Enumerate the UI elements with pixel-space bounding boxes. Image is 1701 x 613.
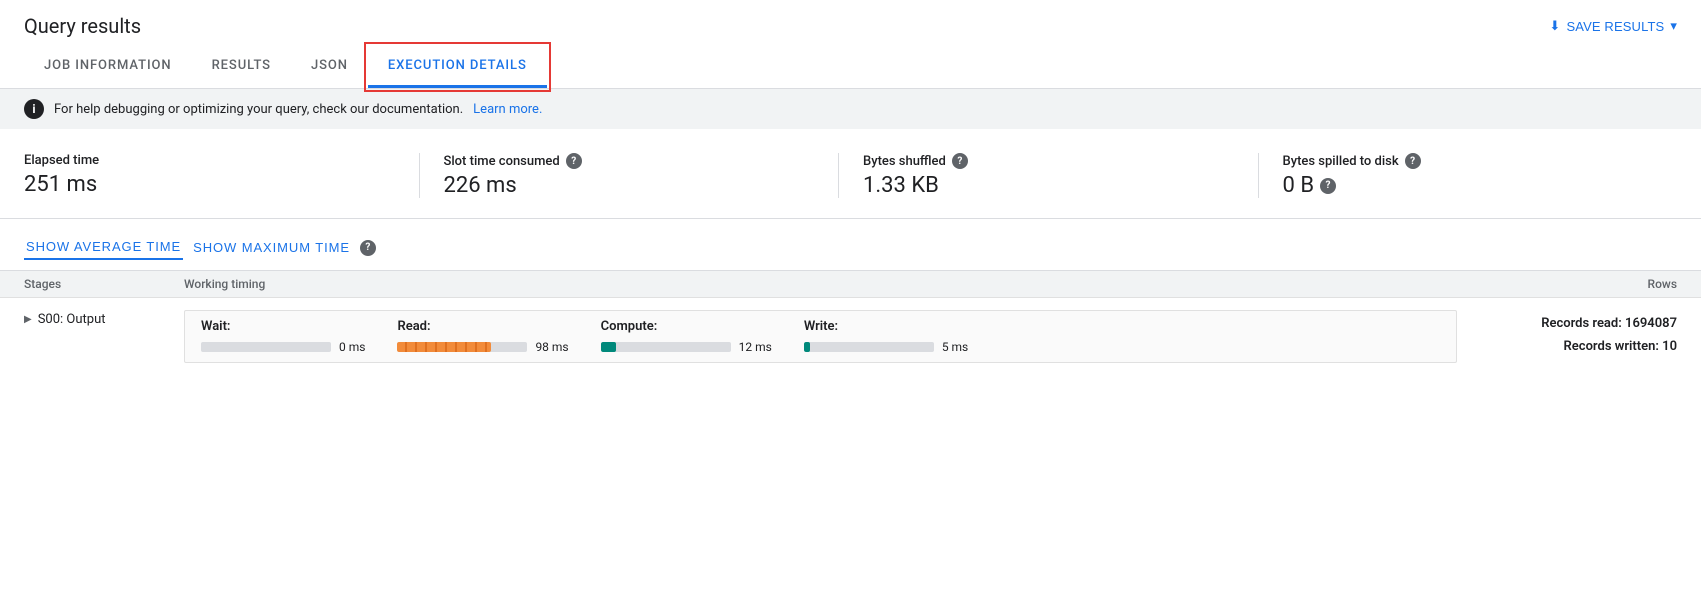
metric-elapsed-value: 251 ms	[24, 172, 395, 197]
metric-elapsed-time: Elapsed time 251 ms	[24, 153, 420, 198]
read-bar-track	[397, 342, 527, 352]
metric-slot-value: 226 ms	[444, 173, 815, 198]
info-icon: i	[24, 99, 44, 119]
stage-name[interactable]: ▶ S00: Output	[24, 310, 184, 327]
metric-bytes-spilled: Bytes spilled to disk ? 0 B ?	[1283, 153, 1678, 198]
bytes-shuffled-help-icon[interactable]: ?	[952, 153, 968, 169]
stage-label: S00: Output	[38, 312, 106, 327]
chevron-right-icon: ▶	[24, 314, 32, 325]
wait-bar-row: 0 ms	[201, 340, 365, 354]
stages-table-header: Stages Working timing Rows	[0, 270, 1701, 297]
tab-execution-details[interactable]: EXECUTION DETAILS	[368, 46, 547, 88]
timing-block-read: Read: 98 ms	[397, 319, 568, 354]
timing-section-inner: Wait: 0 ms Read: 98 ms	[184, 310, 1457, 363]
timing-block-compute: Compute: 12 ms	[601, 319, 772, 354]
col-timing-header: Working timing	[184, 277, 1457, 291]
tab-json[interactable]: JSON	[291, 46, 368, 88]
learn-more-link[interactable]: Learn more.	[473, 102, 542, 117]
compute-bar-track	[601, 342, 731, 352]
metric-elapsed-label: Elapsed time	[24, 153, 395, 168]
read-bar-row: 98 ms	[397, 340, 568, 354]
records-read: Records read: 1694087	[1457, 312, 1677, 335]
write-time: 5 ms	[942, 340, 968, 354]
read-bar-fill	[397, 342, 491, 352]
page-title: Query results	[24, 14, 141, 38]
compute-label: Compute:	[601, 319, 772, 334]
compute-bar-row: 12 ms	[601, 340, 772, 354]
page-header: Query results ⬇ SAVE RESULTS ▾	[0, 0, 1701, 46]
save-results-button[interactable]: ⬇ SAVE RESULTS ▾	[1549, 18, 1677, 34]
wait-bar-track	[201, 342, 331, 352]
save-results-label: SAVE RESULTS	[1566, 19, 1664, 34]
show-average-time-button[interactable]: SHOW AVERAGE TIME	[24, 235, 183, 260]
download-icon: ⬇	[1549, 18, 1560, 34]
info-text: For help debugging or optimizing your qu…	[54, 102, 463, 117]
timing-block-wait: Wait: 0 ms	[201, 319, 365, 354]
read-label: Read:	[397, 319, 568, 334]
metric-slot-time: Slot time consumed ? 226 ms	[444, 153, 840, 198]
rows-info: Records read: 1694087 Records written: 1…	[1457, 310, 1677, 359]
time-controls-help-icon[interactable]: ?	[360, 240, 376, 256]
wait-time: 0 ms	[339, 340, 365, 354]
metric-bytes-shuffled: Bytes shuffled ? 1.33 KB	[863, 153, 1259, 198]
compute-bar-fill	[601, 342, 617, 352]
metric-bytes-spilled-value: 0 B ?	[1283, 173, 1654, 198]
timing-block-write: Write: 5 ms	[804, 319, 968, 354]
tab-results[interactable]: RESULTS	[192, 46, 291, 88]
timing-detail: Wait: 0 ms Read: 98 ms	[184, 310, 1457, 363]
metric-bytes-spilled-label: Bytes spilled to disk ?	[1283, 153, 1654, 169]
info-banner: i For help debugging or optimizing your …	[0, 89, 1701, 129]
col-rows-header: Rows	[1457, 277, 1677, 291]
bytes-spilled-value-help-icon[interactable]: ?	[1320, 178, 1336, 194]
dropdown-icon: ▾	[1670, 18, 1677, 34]
write-label: Write:	[804, 319, 968, 334]
tab-job-information[interactable]: JOB INFORMATION	[24, 46, 192, 88]
metrics-row: Elapsed time 251 ms Slot time consumed ?…	[0, 129, 1701, 219]
write-bar-fill	[804, 342, 811, 352]
bytes-spilled-help-icon[interactable]: ?	[1405, 153, 1421, 169]
write-bar-row: 5 ms	[804, 340, 968, 354]
metric-slot-label: Slot time consumed ?	[444, 153, 815, 169]
metric-bytes-shuffled-value: 1.33 KB	[863, 173, 1234, 198]
records-written: Records written: 10	[1457, 335, 1677, 358]
time-controls: SHOW AVERAGE TIME SHOW MAXIMUM TIME ?	[0, 219, 1701, 270]
write-bar-track	[804, 342, 934, 352]
tabs-bar: JOB INFORMATION RESULTS JSON EXECUTION D…	[0, 46, 1701, 89]
show-maximum-time-button[interactable]: SHOW MAXIMUM TIME	[191, 236, 352, 259]
metric-bytes-shuffled-label: Bytes shuffled ?	[863, 153, 1234, 169]
read-time: 98 ms	[535, 340, 568, 354]
compute-time: 12 ms	[739, 340, 772, 354]
wait-label: Wait:	[201, 319, 365, 334]
col-stages-header: Stages	[24, 277, 184, 291]
slot-time-help-icon[interactable]: ?	[566, 153, 582, 169]
stage-row: ▶ S00: Output Wait: 0 ms Read:	[0, 297, 1701, 375]
